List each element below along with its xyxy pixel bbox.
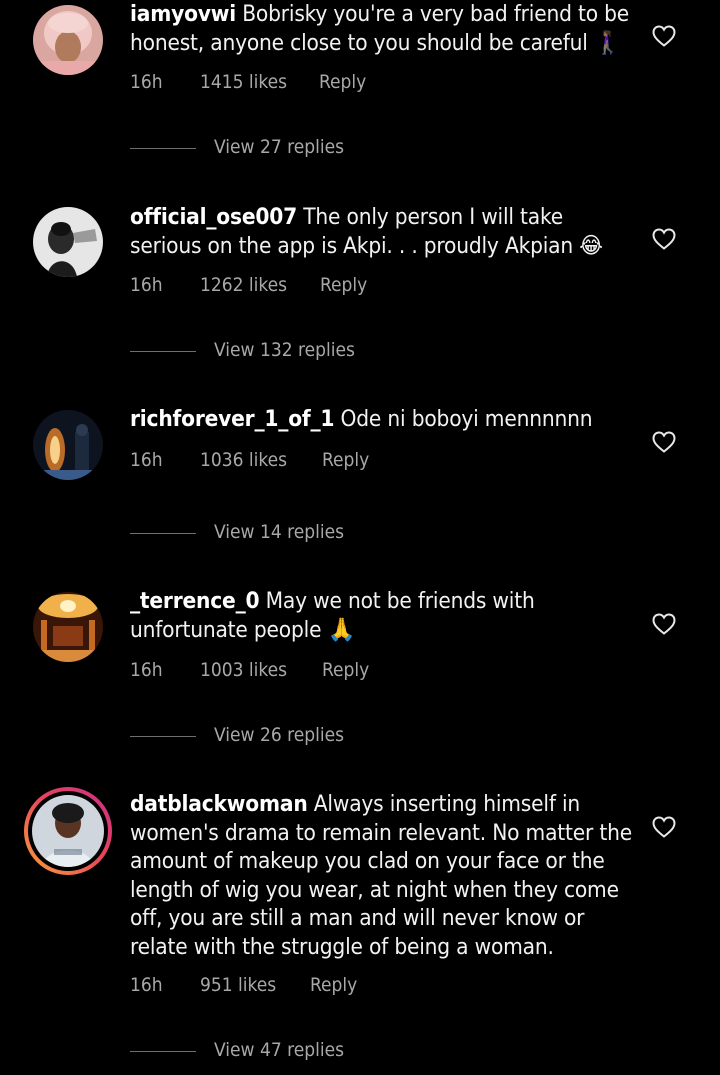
comment-time: 16h bbox=[130, 274, 163, 296]
comment-likes[interactable]: 1003 likes bbox=[200, 659, 287, 681]
comment-username[interactable]: iamyovwi bbox=[130, 1, 236, 27]
divider bbox=[130, 1051, 196, 1052]
divider bbox=[130, 533, 196, 534]
comment-text-block: iamyovwi Bobrisky you're a very bad frie… bbox=[130, 0, 635, 57]
comment-time: 16h bbox=[130, 449, 163, 471]
comment-likes[interactable]: 1036 likes bbox=[200, 449, 287, 471]
avatar[interactable] bbox=[33, 207, 103, 277]
comment-item: iamyovwi Bobrisky you're a very bad frie… bbox=[0, 0, 720, 180]
comment-text-block: official_ose007 The only person I will t… bbox=[130, 203, 635, 260]
like-heart-icon[interactable] bbox=[652, 228, 676, 250]
comment-username[interactable]: richforever_1_of_1 bbox=[130, 406, 335, 432]
comment-username[interactable]: official_ose007 bbox=[130, 204, 297, 230]
comment-likes[interactable]: 951 likes bbox=[200, 974, 276, 996]
view-replies-label: View 132 replies bbox=[214, 339, 355, 361]
comment-item: official_ose007 The only person I will t… bbox=[0, 200, 720, 380]
reply-button[interactable]: Reply bbox=[322, 449, 369, 471]
view-replies-button[interactable]: View 47 replies bbox=[130, 1039, 530, 1063]
comment-username[interactable]: datblackwoman bbox=[130, 791, 308, 817]
view-replies-button[interactable]: View 26 replies bbox=[130, 724, 530, 748]
reply-button[interactable]: Reply bbox=[310, 974, 357, 996]
like-heart-icon[interactable] bbox=[652, 613, 676, 635]
comment-time: 16h bbox=[130, 659, 163, 681]
like-heart-icon[interactable] bbox=[652, 431, 676, 453]
view-replies-label: View 27 replies bbox=[214, 136, 345, 158]
comment-item: richforever_1_of_1 Ode ni boboyi mennnnn… bbox=[0, 400, 720, 560]
comment-text-block: _terrence_0 May we not be friends with u… bbox=[130, 587, 635, 644]
comment-time: 16h bbox=[130, 71, 163, 93]
view-replies-button[interactable]: View 14 replies bbox=[130, 521, 530, 545]
like-heart-icon[interactable] bbox=[652, 25, 676, 47]
divider bbox=[130, 148, 196, 149]
comment-text-block: datblackwoman Always inserting himself i… bbox=[130, 790, 635, 961]
avatar[interactable] bbox=[33, 410, 103, 480]
comment-item: datblackwoman Always inserting himself i… bbox=[0, 787, 720, 1075]
comment-body: Ode ni boboyi mennnnnn bbox=[340, 406, 593, 432]
story-ring-avatar[interactable] bbox=[24, 787, 112, 875]
comment-item: _terrence_0 May we not be friends with u… bbox=[0, 584, 720, 764]
comment-likes[interactable]: 1415 likes bbox=[200, 71, 287, 93]
avatar[interactable] bbox=[33, 5, 103, 75]
comment-time: 16h bbox=[130, 974, 163, 996]
comment-text-block: richforever_1_of_1 Ode ni boboyi mennnnn… bbox=[130, 405, 635, 434]
divider bbox=[130, 351, 196, 352]
divider bbox=[130, 736, 196, 737]
like-heart-icon[interactable] bbox=[652, 816, 676, 838]
comment-username[interactable]: _terrence_0 bbox=[130, 588, 260, 614]
reply-button[interactable]: Reply bbox=[322, 659, 369, 681]
view-replies-label: View 14 replies bbox=[214, 521, 345, 543]
view-replies-button[interactable]: View 132 replies bbox=[130, 339, 530, 363]
reply-button[interactable]: Reply bbox=[319, 71, 366, 93]
comment-likes[interactable]: 1262 likes bbox=[200, 274, 287, 296]
view-replies-label: View 26 replies bbox=[214, 724, 345, 746]
avatar bbox=[32, 795, 104, 867]
reply-button[interactable]: Reply bbox=[320, 274, 367, 296]
view-replies-button[interactable]: View 27 replies bbox=[130, 136, 530, 160]
view-replies-label: View 47 replies bbox=[214, 1039, 345, 1061]
avatar[interactable] bbox=[33, 592, 103, 662]
